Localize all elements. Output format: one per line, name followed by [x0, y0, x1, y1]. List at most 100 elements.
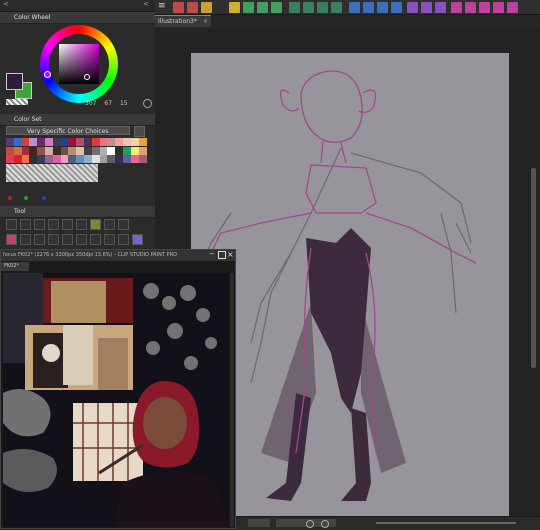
airbrush-tool-icon[interactable]	[62, 234, 73, 245]
color-swatch[interactable]	[13, 146, 22, 155]
color-swatch[interactable]	[107, 146, 116, 155]
delete-color-icon[interactable]	[42, 196, 46, 200]
undo-icon[interactable]	[229, 2, 240, 13]
color-swatch[interactable]	[6, 138, 14, 146]
rotate-slider[interactable]	[376, 522, 516, 524]
operation-tool-icon[interactable]	[90, 219, 101, 230]
floating-scrollbar[interactable]	[230, 273, 234, 527]
color-swatch[interactable]	[115, 146, 124, 155]
new-file-icon[interactable]	[173, 2, 184, 13]
color-swatch[interactable]	[45, 155, 53, 164]
canvas-paper[interactable]	[191, 53, 509, 521]
pencil-tool-icon[interactable]	[34, 234, 45, 245]
brush-tool-icon[interactable]	[48, 234, 59, 245]
transparent-swatch[interactable]	[6, 99, 28, 105]
color-swatch[interactable]	[21, 146, 30, 155]
color-1-icon[interactable]	[451, 2, 462, 13]
color-swatch[interactable]	[21, 155, 30, 164]
replace-color-icon[interactable]	[24, 196, 28, 200]
layer-2-icon[interactable]	[303, 2, 314, 13]
collapse-icon[interactable]: <	[3, 0, 9, 8]
select-all-icon[interactable]	[349, 2, 360, 13]
frame-tool-icon[interactable]	[76, 219, 87, 230]
color-swatch[interactable]	[13, 138, 22, 146]
color-swatch[interactable]	[138, 146, 147, 155]
open-file-icon[interactable]	[187, 2, 198, 13]
color-swatch[interactable]	[45, 138, 53, 146]
color-swatch[interactable]	[76, 146, 85, 155]
color-swatch[interactable]	[130, 146, 139, 155]
tone-tool-icon[interactable]	[132, 234, 143, 245]
color-swatch[interactable]	[107, 138, 116, 146]
floating-titlebar[interactable]: focus FK02* (2276 x 3300px 350dpi 15.6%)…	[1, 250, 235, 261]
color-set-menu-icon[interactable]	[134, 126, 145, 137]
color-swatch[interactable]	[21, 138, 30, 146]
menu-icon[interactable]: ≡	[158, 1, 166, 11]
color-swatch[interactable]	[84, 138, 92, 146]
color-square[interactable]	[59, 44, 99, 84]
color-2-icon[interactable]	[465, 2, 476, 13]
color-swatch[interactable]	[91, 155, 100, 164]
maximize-icon[interactable]	[218, 251, 226, 259]
zoom-field[interactable]	[248, 519, 270, 527]
color-swatch[interactable]	[115, 155, 124, 164]
grid-tool-icon[interactable]	[104, 234, 115, 245]
color-wheel[interactable]	[40, 25, 118, 103]
color-swatch[interactable]	[68, 155, 77, 164]
color-swatch[interactable]	[6, 155, 14, 164]
text-tool-icon[interactable]	[62, 219, 73, 230]
deselect-icon[interactable]	[363, 2, 374, 13]
invert-selection-icon[interactable]	[377, 2, 388, 13]
flip-icon[interactable]	[321, 520, 329, 528]
floating-tab[interactable]: FK02*	[1, 262, 29, 271]
color-swatch[interactable]	[76, 155, 85, 164]
fill-tool-icon[interactable]	[90, 234, 101, 245]
color-swatch[interactable]	[52, 138, 61, 146]
lasso-tool-icon[interactable]	[34, 219, 45, 230]
select-layer-icon[interactable]	[391, 2, 402, 13]
color-swatch[interactable]	[37, 155, 46, 164]
primary-color-swatch[interactable]	[6, 73, 23, 90]
color-swatch[interactable]	[60, 146, 69, 155]
ruler-2-icon[interactable]	[421, 2, 432, 13]
color-swatch[interactable]	[37, 138, 46, 146]
layer-4-icon[interactable]	[331, 2, 342, 13]
eraser-tool-icon[interactable]	[76, 234, 87, 245]
color-swatch[interactable]	[123, 155, 131, 164]
color-swatch[interactable]	[84, 155, 92, 164]
color-swatch[interactable]	[91, 146, 100, 155]
color-swatch[interactable]	[52, 155, 61, 164]
add-color-icon[interactable]	[8, 196, 12, 200]
select-tool-icon[interactable]	[20, 219, 31, 230]
layer-3-icon[interactable]	[317, 2, 328, 13]
rotate-icon[interactable]	[306, 520, 314, 528]
hue-cursor[interactable]	[44, 71, 51, 78]
color-swatch[interactable]	[29, 146, 38, 155]
color-swatch[interactable]	[123, 138, 131, 146]
color-swatch[interactable]	[6, 146, 14, 155]
color-swatch[interactable]	[68, 146, 77, 155]
vertical-scrollbar[interactable]	[531, 168, 536, 368]
color-swatch[interactable]	[99, 146, 108, 155]
color-swatch[interactable]	[115, 138, 124, 146]
floating-canvas[interactable]	[3, 273, 229, 527]
color-space-icon[interactable]	[143, 99, 152, 108]
close-tab-icon[interactable]: ×	[203, 16, 208, 27]
redo-icon[interactable]	[243, 2, 254, 13]
gradient-tool-icon[interactable]	[118, 234, 129, 245]
color-swatch[interactable]	[123, 146, 131, 155]
zoom-tool-icon[interactable]	[104, 219, 115, 230]
color-swatch[interactable]	[68, 138, 77, 146]
close-window-icon[interactable]: ×	[227, 250, 234, 259]
color-swatch[interactable]	[29, 138, 38, 146]
color-swatch[interactable]	[45, 146, 53, 155]
color-swatch[interactable]	[76, 138, 85, 146]
color-swatch[interactable]	[13, 155, 22, 164]
layer-1-icon[interactable]	[289, 2, 300, 13]
color-swatch[interactable]	[99, 155, 108, 164]
ruler-1-icon[interactable]	[407, 2, 418, 13]
transform-icon[interactable]	[271, 2, 282, 13]
color-5-icon[interactable]	[507, 2, 518, 13]
ruler-3-icon[interactable]	[435, 2, 446, 13]
save-icon[interactable]	[201, 2, 212, 13]
